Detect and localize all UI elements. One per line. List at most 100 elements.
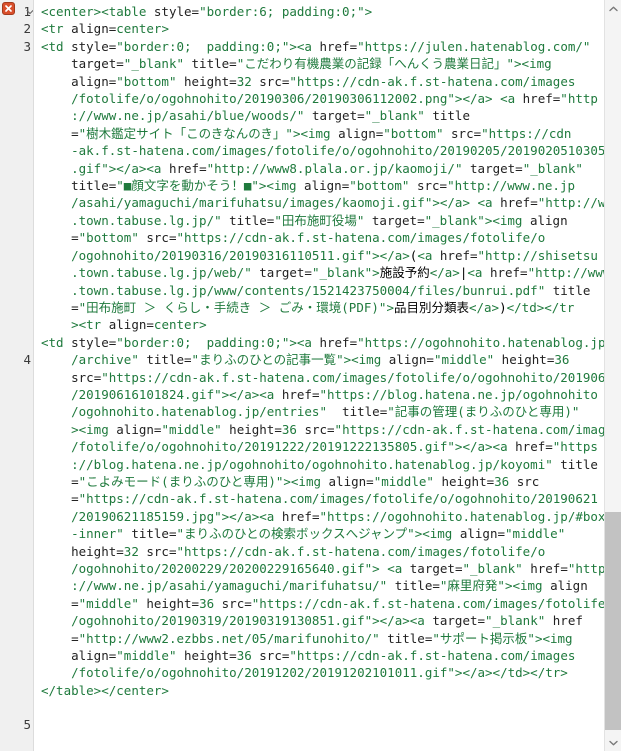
code-token-val: "bottom" bbox=[349, 178, 417, 194]
code-row: /ogohnohito/20190316/20190316110511.gif"… bbox=[41, 247, 621, 264]
code-token-tag: ><img bbox=[514, 56, 552, 72]
code-token-ind bbox=[41, 544, 71, 559]
code-editor[interactable]: 1 2 3 4 5 <center><table style="border:6… bbox=[0, 0, 621, 751]
code-token-val: /fotolife/o/ogohnohito/20191222/20191222… bbox=[71, 439, 455, 455]
gutter-line-4[interactable]: 4 bbox=[0, 351, 33, 368]
code-token-attr: align bbox=[71, 648, 109, 664]
code-token-val: "記事の管理(まりふのひと専用)" bbox=[387, 404, 580, 420]
code-token-eq: = bbox=[71, 630, 79, 646]
code-token-val: /ogohnohito/20190316/20190316110511.gif" bbox=[71, 247, 373, 263]
code-line[interactable]: <td style="border:0; padding:0;"><a href… bbox=[41, 38, 621, 334]
code-token-val: 36 bbox=[554, 352, 570, 368]
code-token-val: /asahi/yamaguchi/marifuhatsu/images/kaom… bbox=[71, 195, 433, 211]
code-row: <tr align=center> bbox=[41, 20, 621, 37]
code-token-eq: = bbox=[530, 195, 538, 211]
code-token-val: /fotolife/o/ogohnohito/20190306/20190306… bbox=[71, 91, 455, 107]
code-token-tag: ><img bbox=[292, 125, 339, 141]
code-token-val: .town.tabuse.lg.jp/www/contents/15214237… bbox=[71, 282, 553, 298]
scroll-down-arrow-icon[interactable] bbox=[605, 734, 621, 751]
code-token-eq: = bbox=[470, 247, 478, 263]
scroll-up-arrow-icon[interactable] bbox=[605, 0, 621, 17]
code-row: target="_blank" title="こだわり有機農業の記録「へんくう農… bbox=[41, 55, 621, 72]
code-row: /fotolife/o/ogohnohito/20191202/20191202… bbox=[41, 664, 621, 681]
code-line[interactable]: <tr align=center> bbox=[41, 20, 621, 37]
code-token-tag: ><img bbox=[71, 421, 117, 437]
code-line[interactable]: </table></center> bbox=[41, 682, 621, 699]
code-token-tag: </a> bbox=[468, 299, 500, 315]
code-token-val: "https://cdn-ak.f.st-hatena.com/images bbox=[289, 648, 576, 664]
code-token-ind bbox=[41, 91, 71, 106]
code-token-tag: ><a bbox=[289, 38, 320, 54]
code-token-val: "https://ogohnohito.hatenablog.jp bbox=[357, 334, 606, 350]
code-row: ="http://www2.ezbbs.net/05/marifunohito/… bbox=[41, 630, 621, 647]
code-token-val: "田布施町役場" bbox=[274, 212, 372, 228]
code-token-val: /20190621185159.jpg" bbox=[71, 508, 222, 524]
code-token-val: /archive" bbox=[71, 352, 147, 368]
code-row: ://blog.hatena.ne.jp/ogohnohito/ogohnohi… bbox=[41, 456, 621, 473]
code-token-tag: ></a> bbox=[372, 247, 410, 263]
code-token-ind bbox=[41, 665, 71, 680]
code-token-val: /ogohnohito.hatenablog.jp/entries" bbox=[71, 404, 343, 420]
code-token-txt: ) bbox=[499, 299, 507, 315]
code-token-attr: align bbox=[338, 125, 376, 141]
code-token-val: .gif" bbox=[71, 160, 109, 176]
line-number: 3 bbox=[23, 38, 31, 54]
code-row: ://www.ne.jp/asahi/blue/woods/" target="… bbox=[41, 107, 621, 124]
code-token-attr: align bbox=[304, 178, 342, 194]
line-number: 5 bbox=[23, 717, 31, 732]
code-token-tag: > bbox=[161, 682, 169, 698]
scrollbar-track[interactable] bbox=[605, 17, 621, 734]
code-token-tag: ></a><a bbox=[221, 508, 282, 524]
code-token-attr: align bbox=[71, 73, 109, 89]
source-code-text[interactable]: <center><table style="border:6; padding:… bbox=[41, 3, 621, 699]
code-content-area[interactable]: <center><table style="border:6; padding:… bbox=[34, 0, 621, 751]
code-token-tag: <tr bbox=[41, 21, 72, 37]
code-token-attr: title bbox=[552, 282, 591, 298]
code-token-val: "http://www.ne.jp bbox=[447, 178, 575, 194]
code-token-val: "https://cdn-ak.f.st-hatena.com/images/f… bbox=[176, 230, 546, 246]
code-token-eq: = bbox=[366, 473, 374, 489]
code-token-attr: style bbox=[71, 38, 109, 54]
gutter-line-5[interactable]: 5 bbox=[0, 716, 33, 733]
code-token-val: "https://cdn bbox=[481, 125, 572, 141]
code-token-attr: href bbox=[319, 334, 350, 350]
code-token-eq: = bbox=[146, 317, 154, 333]
code-token-val: "middle" bbox=[116, 648, 185, 664]
code-token-attr: target bbox=[371, 212, 418, 228]
code-token-val: "https://ogohnohito.hatenablog.jp/#box2 bbox=[319, 508, 613, 524]
code-token-val: ://www.ne.jp/asahi/blue/woods/" bbox=[71, 108, 312, 124]
code-token-val: "サポート掲示板" bbox=[432, 630, 535, 646]
code-token-tag: <td bbox=[41, 38, 72, 54]
code-row: /ogohnohito/20190319/20190319130851.gif"… bbox=[41, 612, 621, 629]
code-token-tag: ></a><a bbox=[221, 386, 282, 402]
code-token-val: "_blank" bbox=[123, 56, 192, 72]
code-token-eq: = bbox=[71, 230, 79, 246]
scrollbar-thumb[interactable] bbox=[605, 512, 621, 730]
code-token-ind bbox=[41, 108, 71, 123]
gutter-line-3[interactable]: 3 bbox=[0, 38, 33, 55]
code-token-val: center bbox=[116, 21, 162, 37]
code-token-ind bbox=[41, 161, 71, 176]
code-token-tag: </td></tr bbox=[506, 299, 575, 315]
code-token-val: "_blank" bbox=[311, 265, 373, 281]
code-token-attr: href bbox=[489, 265, 521, 281]
code-row: <td style = "border:0; padding:0;"><a href… bbox=[41, 38, 621, 55]
code-row: /20190621185159.jpg"></a><a href="https:… bbox=[41, 508, 621, 525]
vertical-scrollbar[interactable] bbox=[604, 0, 621, 751]
code-line[interactable]: <td style="border:0; padding:0;"><a href… bbox=[41, 334, 621, 682]
code-token-attr: align bbox=[71, 21, 109, 37]
code-token-attr: src bbox=[146, 230, 169, 246]
code-token-val: "樹木鑑定サイト「このきなんのき」" bbox=[78, 125, 293, 141]
code-line[interactable]: <center><table style="border:6; padding:… bbox=[41, 3, 621, 20]
code-token-ind bbox=[41, 195, 71, 210]
gutter-line-2[interactable]: 2 bbox=[0, 20, 33, 37]
code-token-attr: height bbox=[184, 73, 230, 89]
code-token-attr: href bbox=[168, 160, 200, 176]
code-token-attr: href bbox=[281, 508, 312, 524]
chevron-down-icon[interactable] bbox=[25, 7, 33, 16]
code-token-ind bbox=[41, 265, 71, 280]
code-token-eq: = bbox=[168, 526, 177, 542]
code-token-eq: = bbox=[184, 352, 192, 368]
code-token-tag: ><a bbox=[289, 334, 320, 350]
code-token-eq: = bbox=[71, 491, 79, 507]
